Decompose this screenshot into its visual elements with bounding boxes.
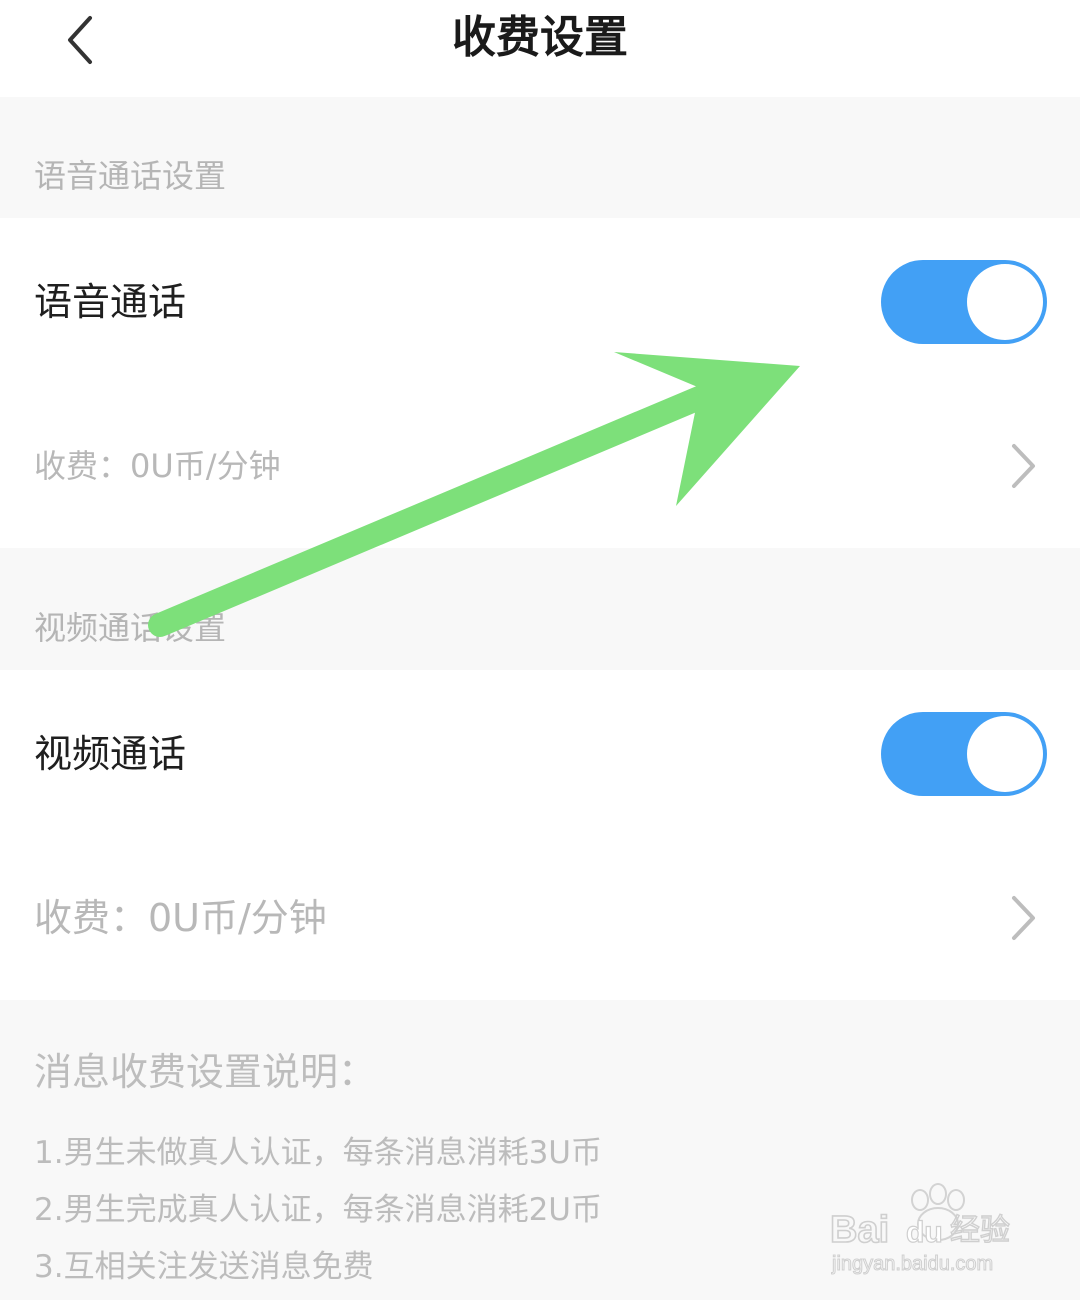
svg-text:Bai: Bai [830, 1209, 889, 1251]
svg-text:jingyan.baidu.com: jingyan.baidu.com [831, 1253, 993, 1275]
baidu-watermark-logo: Bai du 经验 jingyan.baidu.com [828, 1180, 1028, 1280]
svg-text:du: du [906, 1216, 943, 1249]
annotation-arrow-icon [148, 352, 800, 637]
svg-text:经验: 经验 [950, 1213, 1010, 1248]
